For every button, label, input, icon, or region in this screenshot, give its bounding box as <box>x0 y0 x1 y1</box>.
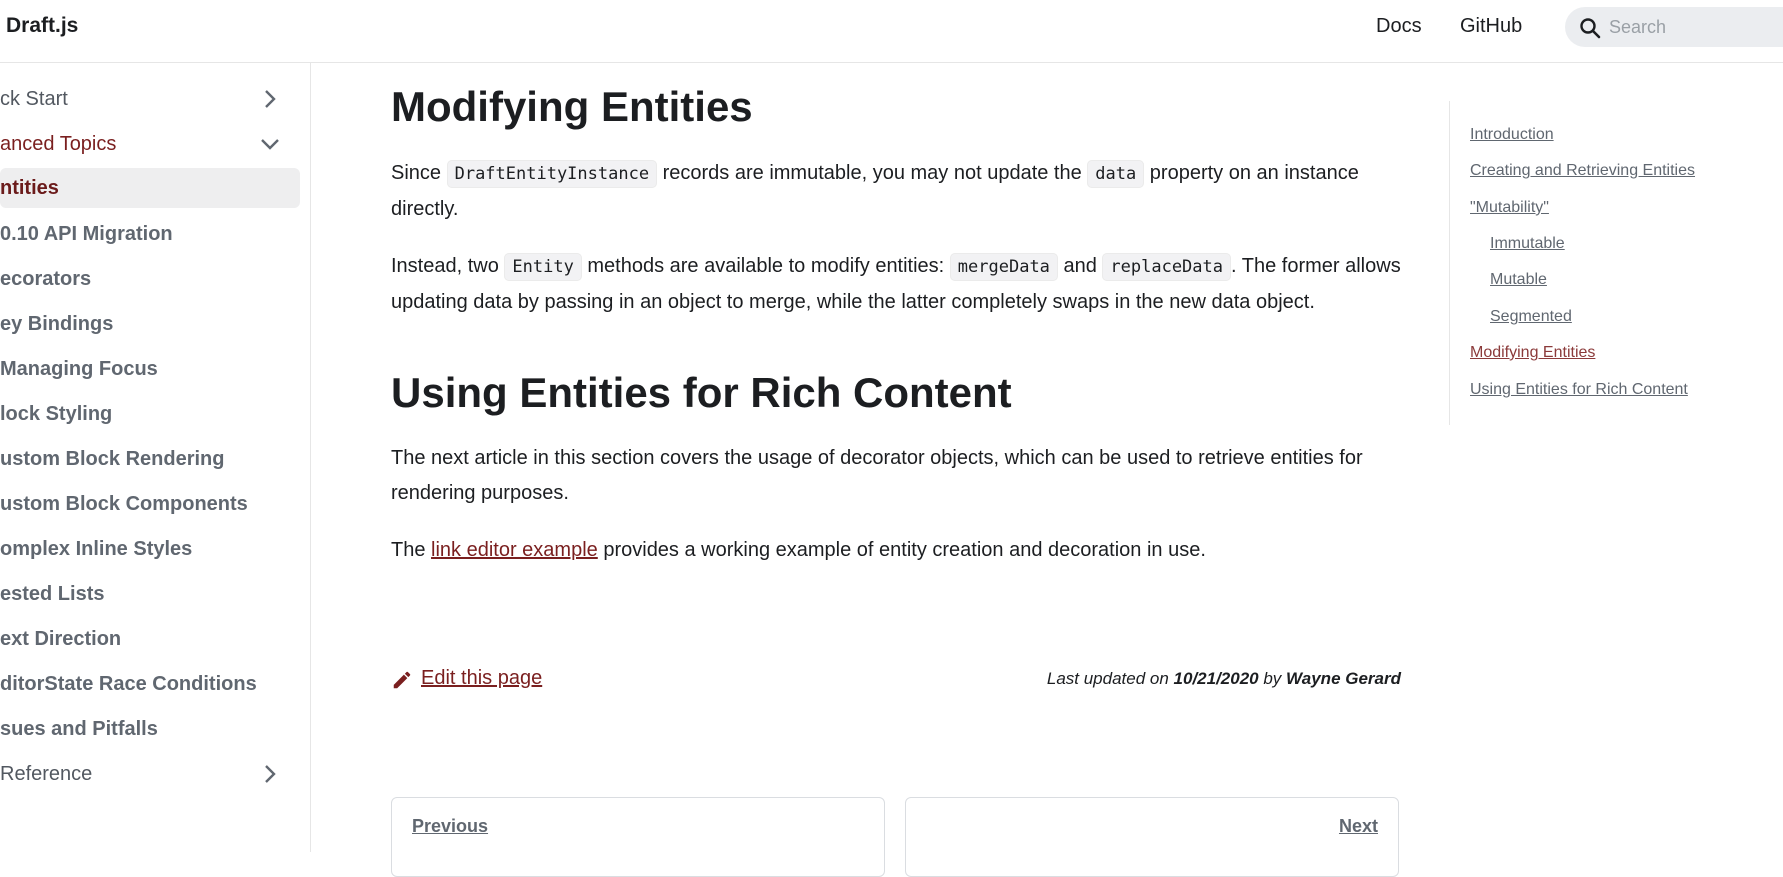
sidebar-item-label: ditorState Race Conditions <box>0 673 257 695</box>
nav-github-link[interactable]: GitHub <box>1460 15 1522 38</box>
heading-using-entities: Using Entities for Rich Content <box>391 369 1012 416</box>
text: methods are available to modify entities… <box>581 255 950 277</box>
text: Last updated on <box>1046 669 1174 688</box>
code-replace-data: replaceData <box>1102 253 1231 281</box>
sidebar-item-label: ext Direction <box>0 628 122 650</box>
paragraph-next-article: The next article in this section covers … <box>391 447 1363 504</box>
nav-docs-link[interactable]: Docs <box>1376 15 1422 38</box>
table-of-contents: Introduction Creating and Retrieving Ent… <box>1449 101 1779 425</box>
code-merge-data: mergeData <box>949 253 1058 281</box>
search-input[interactable] <box>1609 13 1779 41</box>
toc-item-mutable[interactable]: Mutable <box>1490 271 1547 289</box>
brand-logo[interactable]: Draft.js <box>6 14 78 38</box>
heading-modifying-entities: Modifying Entities <box>391 83 753 130</box>
search-icon <box>1580 18 1601 39</box>
pager-next-card[interactable]: Next <box>905 797 1399 877</box>
paragraph-modify-methods: Instead, two Entity methods are availabl… <box>391 249 1401 320</box>
toc-item-modifying-entities[interactable]: Modifying Entities <box>1470 344 1595 362</box>
sidebar-item-api-migration[interactable]: 0.10 API Migration <box>0 214 300 254</box>
sidebar-item-label: Reference <box>0 763 93 785</box>
sidebar-item-complex-inline-styles[interactable]: omplex Inline Styles <box>0 529 300 569</box>
sidebar-item-label: ested Lists <box>0 583 105 605</box>
paragraph-immutable-records: Since DraftEntityInstance records are im… <box>391 156 1401 227</box>
pager-previous-label: Previous <box>412 816 489 836</box>
sidebar-item-text-direction[interactable]: ext Direction <box>0 619 300 659</box>
code-data: data <box>1087 160 1145 188</box>
last-updated-date: 10/21/2020 <box>1173 669 1259 688</box>
search-box[interactable] <box>1565 7 1783 47</box>
sidebar-item-label: ecorators <box>0 268 92 290</box>
text: and <box>1057 255 1103 277</box>
sidebar-item-label: ck Start <box>0 88 68 110</box>
sidebar-item-label: Managing Focus <box>0 358 158 380</box>
sidebar-item-block-styling[interactable]: lock Styling <box>0 394 300 434</box>
chevron-right-icon[interactable] <box>258 762 282 786</box>
last-updated: Last updated on 10/21/2020 by Wayne Gera… <box>1047 669 1401 689</box>
sidebar-item-label: ntities <box>0 177 59 199</box>
sidebar-item-custom-block-components[interactable]: ustom Block Components <box>0 484 300 524</box>
sidebar-item-nested-lists[interactable]: ested Lists <box>0 574 300 614</box>
sidebar-item-decorators[interactable]: ecorators <box>0 259 300 299</box>
sidebar-item-label: 0.10 API Migration <box>0 223 173 245</box>
sidebar-item-key-bindings[interactable]: ey Bindings <box>0 304 300 344</box>
sidebar-category-quick-start[interactable]: ck Start <box>0 79 300 119</box>
toc-item-segmented[interactable]: Segmented <box>1490 308 1572 326</box>
text: records are immutable, you may not updat… <box>657 162 1088 184</box>
sidebar-category-advanced-topics[interactable]: anced Topics <box>0 124 300 164</box>
sidebar-item-custom-block-rendering[interactable]: ustom Block Rendering <box>0 439 300 479</box>
text: Since <box>391 162 447 184</box>
navbar: Draft.js Docs GitHub <box>0 0 1783 63</box>
sidebar-item-label: sues and Pitfalls <box>0 718 158 740</box>
toc-item-creating-and-retrieving[interactable]: Creating and Retrieving Entities <box>1470 162 1695 180</box>
pager-next-label: Next <box>1338 816 1378 836</box>
toc-item-mutability[interactable]: "Mutability" <box>1470 199 1549 217</box>
chevron-down-icon[interactable] <box>258 132 282 156</box>
page-footer-meta: Edit this page Last updated on 10/21/202… <box>391 667 1401 697</box>
sidebar-item-label: anced Topics <box>0 133 117 155</box>
pencil-icon <box>393 671 411 689</box>
chevron-right-icon[interactable] <box>258 87 282 111</box>
sidebar-item-label: ustom Block Components <box>0 493 248 515</box>
last-updated-author: Wayne Gerard <box>1286 669 1401 688</box>
sidebar-item-managing-focus[interactable]: Managing Focus <box>0 349 300 389</box>
link-editor-example-link[interactable]: link editor example <box>431 539 598 561</box>
paragraph-link-editor: The link editor example provides a worki… <box>391 533 1401 568</box>
sidebar-item-label: lock Styling <box>0 403 113 425</box>
sidebar-item-editorstate-race-conditions[interactable]: ditorState Race Conditions <box>0 664 300 704</box>
sidebar-item-label: ustom Block Rendering <box>0 448 225 470</box>
text: by <box>1258 669 1287 688</box>
code-draft-entity-instance: DraftEntityInstance <box>446 160 658 188</box>
sidebar: ck Start anced Topics ntities 0.10 API M… <box>0 63 311 852</box>
edit-label: Edit this page <box>421 667 543 689</box>
text: provides a working example of entity cre… <box>597 539 1206 561</box>
code-entity: Entity <box>504 253 582 281</box>
sidebar-item-label: omplex Inline Styles <box>0 538 193 560</box>
edit-this-page-link[interactable]: Edit this page <box>391 667 542 690</box>
sidebar-item-label: ey Bindings <box>0 313 114 335</box>
text: The <box>391 539 432 561</box>
pager-previous-card[interactable]: Previous <box>391 797 885 877</box>
toc-item-immutable[interactable]: Immutable <box>1490 235 1565 253</box>
sidebar-category-api-reference[interactable]: Reference <box>0 754 300 794</box>
toc-item-introduction[interactable]: Introduction <box>1470 126 1554 144</box>
text: Instead, two <box>391 255 505 277</box>
toc-item-using-entities[interactable]: Using Entities for Rich Content <box>1470 381 1688 399</box>
sidebar-item-entities[interactable]: ntities <box>0 168 300 208</box>
sidebar-item-issues-and-pitfalls[interactable]: sues and Pitfalls <box>0 709 300 749</box>
